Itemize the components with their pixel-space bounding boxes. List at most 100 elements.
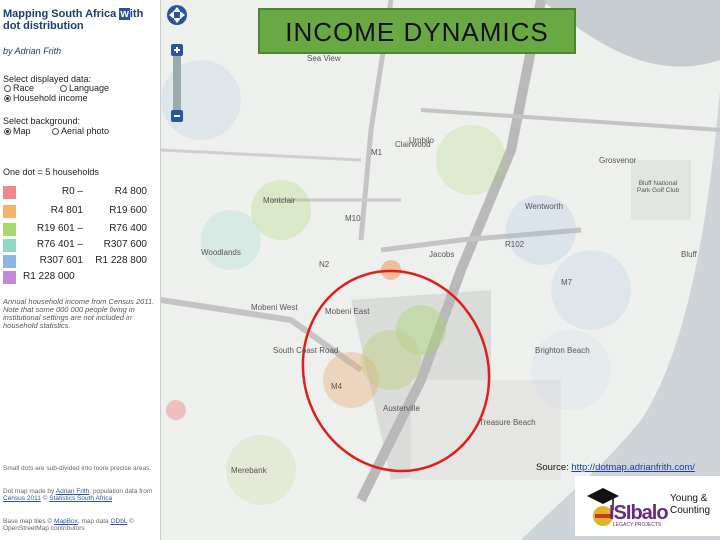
radio-race[interactable]: Race bbox=[4, 83, 34, 93]
radio-race-label: Race bbox=[13, 83, 35, 93]
map-label: M4 bbox=[331, 382, 343, 391]
legend-swatch bbox=[3, 223, 16, 236]
radio-dot-language[interactable] bbox=[60, 85, 67, 93]
author-credit: by Adrian Frith bbox=[3, 46, 62, 56]
radio-map[interactable]: Map bbox=[4, 126, 31, 136]
stats-sa-link[interactable]: Statistics South Africa bbox=[49, 495, 112, 502]
radio-household-income[interactable]: Household income bbox=[4, 93, 88, 103]
isibalo-logo: ISIbalo LEGACY PROJECTS Young & Counting bbox=[575, 476, 720, 536]
map-label: Wentworth bbox=[525, 202, 564, 211]
app-title: Mapping South Africa with dot distributi… bbox=[3, 8, 153, 32]
legend-low: R1 228 000 bbox=[23, 271, 75, 282]
map-label: South Coast Road bbox=[273, 346, 339, 355]
legend-row: R0 – R4 800 bbox=[3, 186, 153, 200]
map-label: Mobeni East bbox=[325, 307, 370, 316]
map-label: M7 bbox=[561, 278, 573, 287]
legend-swatch bbox=[3, 205, 16, 218]
map-label: R102 bbox=[505, 240, 525, 249]
map-label: Grosvenor bbox=[599, 156, 637, 165]
footnote-small-dots: Small dots are sub-divided into more pre… bbox=[3, 465, 152, 472]
author-link[interactable]: Adrian Frith bbox=[56, 488, 90, 495]
map-label: Montclair bbox=[263, 196, 296, 205]
map-label: Bluff bbox=[681, 250, 697, 259]
map-label: N2 bbox=[319, 260, 330, 269]
legend-row: R1 228 000 bbox=[3, 271, 153, 285]
app-title-w: w bbox=[119, 8, 130, 20]
basemap-mid: , map data bbox=[77, 518, 111, 525]
zoom-control-graphic bbox=[167, 5, 187, 122]
slide-title: INCOME DYNAMICS bbox=[285, 17, 549, 47]
slide-title-box: INCOME DYNAMICS bbox=[258, 8, 576, 54]
map-label: Treasure Beach bbox=[479, 418, 536, 427]
legend-low: R307 601 bbox=[39, 255, 83, 266]
sidebar-panel: Mapping South Africa with dot distributi… bbox=[0, 0, 161, 540]
legend-low: R4 801 bbox=[50, 205, 83, 216]
legend-swatch bbox=[3, 271, 16, 284]
radio-dot-aerial-photo[interactable] bbox=[52, 128, 59, 136]
zoom-in-button[interactable] bbox=[171, 44, 183, 56]
basemap-prefix: Base map tiles © bbox=[3, 518, 55, 525]
pan-control[interactable] bbox=[167, 5, 187, 25]
zoom-slider-track[interactable] bbox=[173, 56, 181, 111]
legend-row: R76 401 – R307 600 bbox=[3, 239, 153, 253]
mapbox-link[interactable]: MapBox bbox=[54, 518, 78, 525]
map-label: Sea View bbox=[307, 54, 341, 63]
legend-swatch bbox=[3, 239, 16, 252]
map-canvas[interactable]: Sea View Umbilo Montclair Woodlands Jaco… bbox=[161, 0, 720, 540]
source-citation: Source: http://dotmap.adrianfrith.com/ bbox=[536, 462, 695, 473]
zoom-control bbox=[166, 4, 188, 129]
map-label: Clairwood bbox=[395, 140, 431, 149]
map-label: Austerville bbox=[383, 404, 420, 413]
road-local bbox=[161, 148, 362, 162]
zoom-out-button[interactable] bbox=[171, 110, 183, 122]
footnote-credits: Dot map made by Adrian Frith; population… bbox=[3, 488, 155, 502]
map-label: Bluff National Park Golf Club bbox=[636, 180, 680, 194]
footnote-basemap: Base map tiles © MapBox, map data ODbL ©… bbox=[3, 518, 155, 532]
map-label: Merebank bbox=[231, 466, 267, 475]
logo-slogan: Young & Counting bbox=[670, 493, 710, 517]
logo-slogan-line2: Counting bbox=[670, 505, 711, 516]
map-label: M10 bbox=[345, 214, 361, 223]
logo-tagline: LEGACY PROJECTS bbox=[613, 522, 662, 528]
legend-high: R76 400 bbox=[109, 223, 147, 234]
map-label: Woodlands bbox=[201, 248, 241, 257]
app-title-part1: Mapping South Africa bbox=[3, 8, 120, 20]
legend-low: R76 401 – bbox=[36, 239, 83, 250]
map-label: Brighton Beach bbox=[535, 346, 590, 355]
legend-low: R0 – bbox=[61, 186, 83, 197]
radio-language-label: Language bbox=[69, 83, 110, 93]
credits-sep: © bbox=[40, 495, 50, 502]
credits-mid: ; population data from bbox=[89, 488, 153, 495]
census-link[interactable]: Census 2011 bbox=[3, 495, 41, 502]
odbl-link[interactable]: ODbL bbox=[110, 518, 127, 525]
legend-low: R19 601 – bbox=[36, 223, 83, 234]
radio-dot-map[interactable] bbox=[4, 128, 11, 136]
map-label: Jacobs bbox=[429, 250, 455, 259]
legend-row: R19 601 – R76 400 bbox=[3, 223, 153, 237]
source-link[interactable]: http://dotmap.adrianfrith.com/ bbox=[571, 462, 695, 473]
radio-language[interactable]: Language bbox=[60, 83, 109, 93]
select-background-label: Select background: bbox=[3, 116, 81, 126]
legend-high: R307 600 bbox=[103, 239, 147, 250]
dot-info: One dot = 5 households bbox=[3, 167, 99, 177]
legend-row: R307 601 R1 228 800 bbox=[3, 255, 153, 269]
legend-high: R4 800 bbox=[114, 186, 147, 197]
radio-dot-race[interactable] bbox=[4, 85, 11, 93]
legend-swatch bbox=[3, 255, 16, 268]
radio-aerial-photo[interactable]: Aerial photo bbox=[52, 126, 109, 136]
radio-aerial-photo-label: Aerial photo bbox=[61, 126, 110, 136]
legend-swatch bbox=[3, 186, 16, 199]
legend-row: R4 801 R19 600 bbox=[3, 205, 153, 219]
legend-high: R1 228 800 bbox=[95, 255, 147, 266]
map-label: Mobeni West bbox=[251, 303, 298, 312]
credits-prefix: Dot map made by bbox=[3, 488, 56, 495]
radio-dot-household-income[interactable] bbox=[4, 95, 11, 103]
source-label: Source: bbox=[536, 462, 572, 473]
radio-map-label: Map bbox=[13, 126, 31, 136]
census-note: Annual household income from Census 2011… bbox=[3, 297, 155, 330]
legend-high: R19 600 bbox=[109, 205, 147, 216]
map-background bbox=[161, 0, 720, 540]
logo-slogan-line1: Young & bbox=[670, 493, 708, 504]
radio-household-income-label: Household income bbox=[13, 93, 88, 103]
map-label: M1 bbox=[371, 148, 383, 157]
